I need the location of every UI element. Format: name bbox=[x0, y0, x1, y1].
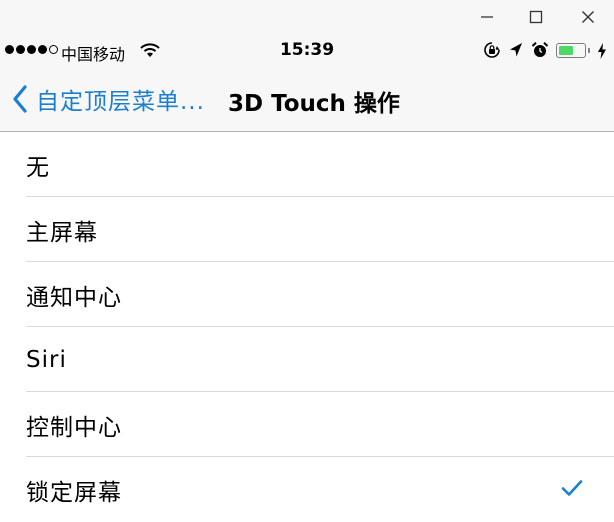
option-label: 控制中心 bbox=[26, 414, 122, 441]
maximize-button[interactable] bbox=[514, 2, 558, 32]
option-lock-screen[interactable]: 锁定屏幕 bbox=[0, 457, 614, 522]
maximize-icon bbox=[529, 10, 543, 24]
minimize-button[interactable] bbox=[465, 2, 509, 32]
close-button[interactable] bbox=[566, 2, 610, 32]
option-label: 锁定屏幕 bbox=[26, 479, 122, 506]
option-notification-center[interactable]: 通知中心 bbox=[0, 262, 614, 327]
options-list: 无 主屏幕 通知中心 Siri 控制中心 锁定屏幕 bbox=[0, 132, 614, 522]
back-button-label: 自定顶层菜单... bbox=[36, 89, 205, 115]
page-title: 3D Touch 操作 bbox=[228, 91, 400, 117]
option-label: 无 bbox=[26, 154, 50, 181]
charging-bolt-icon bbox=[598, 43, 606, 59]
close-icon bbox=[582, 11, 594, 23]
battery-icon bbox=[556, 43, 586, 58]
minimize-icon bbox=[481, 16, 493, 18]
option-control-center[interactable]: 控制中心 bbox=[0, 392, 614, 457]
chevron-left-icon bbox=[13, 85, 27, 113]
battery-level-fill bbox=[558, 45, 573, 55]
option-label: Siri bbox=[26, 346, 67, 373]
window-title-bar bbox=[0, 0, 614, 36]
battery-cap bbox=[588, 48, 590, 53]
option-siri[interactable]: Siri bbox=[0, 327, 614, 392]
option-label: 主屏幕 bbox=[26, 219, 98, 246]
status-bar: 中国移动 15:39 bbox=[0, 36, 614, 66]
option-home-screen[interactable]: 主屏幕 bbox=[0, 197, 614, 262]
option-none[interactable]: 无 bbox=[0, 132, 614, 197]
option-label: 通知中心 bbox=[26, 284, 122, 311]
alarm-icon bbox=[531, 42, 549, 57]
back-button[interactable]: 自定顶层菜单... bbox=[12, 82, 205, 116]
navigation-bar: 自定顶层菜单... 3D Touch 操作 bbox=[0, 66, 614, 132]
checkmark-icon bbox=[561, 480, 583, 496]
rotation-lock-icon bbox=[484, 42, 500, 58]
location-arrow-icon bbox=[510, 43, 522, 57]
